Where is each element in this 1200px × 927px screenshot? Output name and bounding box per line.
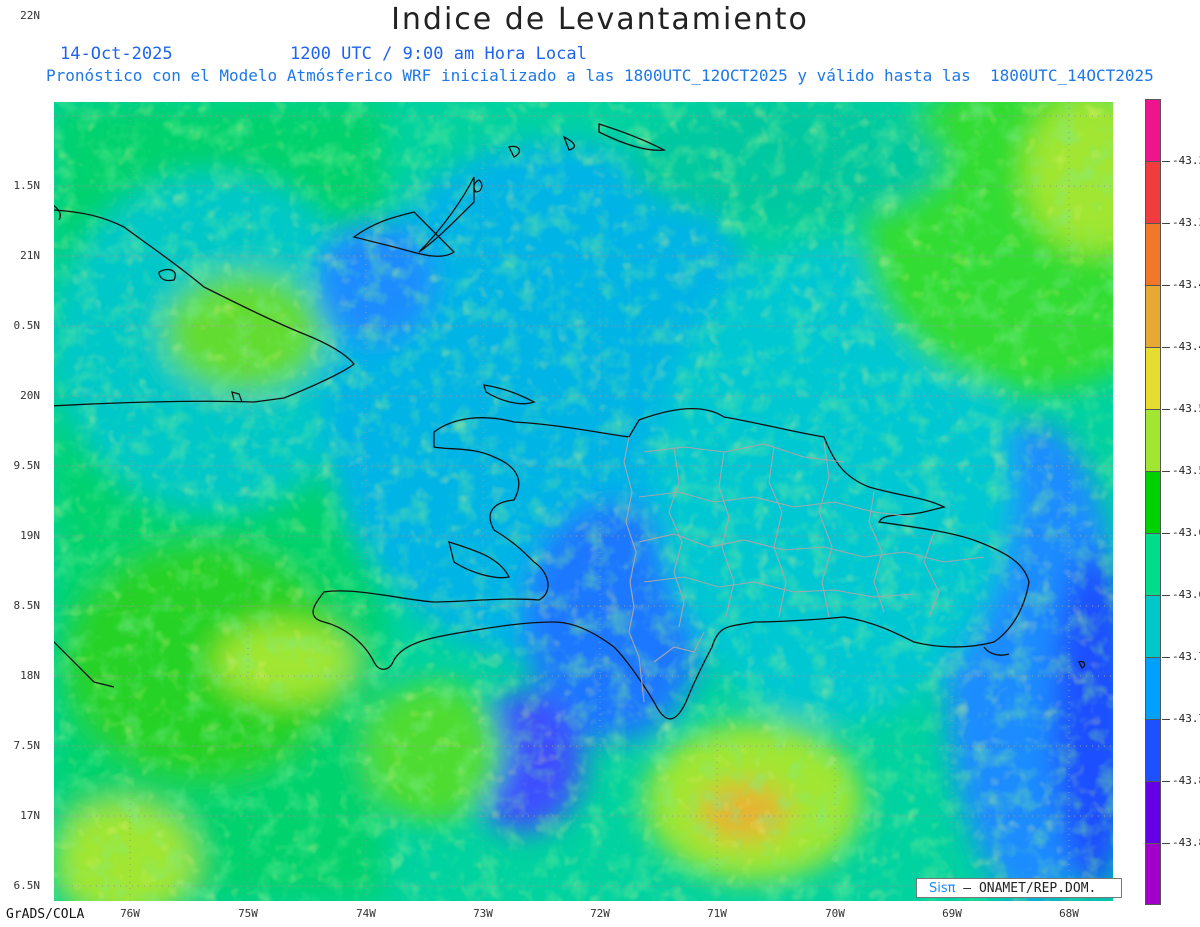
lat-label: 21N [20, 249, 40, 262]
credit-text: – ONAMET/REP.DOM. [963, 881, 1097, 896]
colorbar-segment [1145, 781, 1161, 844]
colorbar-segment [1145, 595, 1161, 658]
colorbar-segment [1145, 719, 1161, 782]
colorbar-segment [1145, 843, 1161, 905]
forecast-time: 1200 UTC / 9:00 am Hora Local [290, 44, 587, 64]
lon-label: 68W [1059, 907, 1079, 920]
colorbar-segment [1145, 161, 1161, 224]
colorbar-segment [1145, 657, 1161, 720]
lat-label: 17N [20, 809, 40, 822]
lifted-index-map [54, 102, 1113, 901]
lat-label: 0.5N [13, 319, 41, 332]
lat-label: 18N [20, 669, 40, 682]
colorbar-label: -43.4 [1172, 340, 1200, 353]
lat-label: 22N [20, 9, 40, 22]
colorbar-segment [1145, 99, 1161, 162]
lat-label: 6.5N [13, 879, 41, 892]
colorbar-label: -43.7 [1172, 650, 1200, 663]
map-title: Indice de Levantamiento [391, 2, 809, 37]
lon-label: 69W [942, 907, 962, 920]
lon-label: 76W [120, 907, 140, 920]
lon-label: 71W [707, 907, 727, 920]
colorbar-segment [1145, 223, 1161, 286]
footer-grads: GrADS/COLA [6, 907, 85, 922]
lon-label: 70W [825, 907, 845, 920]
lat-label: 1.5N [13, 179, 41, 192]
colorbar-label: -43.6 [1172, 588, 1200, 601]
lon-label: 73W [473, 907, 493, 920]
field-texture-2 [54, 102, 1113, 901]
credit-box: Sisπ – ONAMET/REP.DOM. [916, 878, 1122, 898]
colorbar-label: -43.7 [1172, 712, 1200, 725]
lat-label: 19N [20, 529, 40, 542]
lon-label: 72W [590, 907, 610, 920]
sispi-logo: Sisπ [929, 881, 956, 896]
lat-label: 20N [20, 389, 40, 402]
colorbar-label: -43.5 [1172, 402, 1200, 415]
colorbar-label: -43.6 [1172, 526, 1200, 539]
colorbar-segment [1145, 285, 1161, 348]
colorbar-label: -43.3 [1172, 216, 1200, 229]
colorbar-label: -43.3 [1172, 154, 1200, 167]
colorbar-segment [1145, 533, 1161, 596]
forecast-date: 14-Oct-2025 [60, 44, 173, 64]
model-description: Pronóstico con el Modelo Atmósferico WRF… [46, 66, 1154, 85]
lon-label: 74W [356, 907, 376, 920]
colorbar-label: -43.8 [1172, 836, 1200, 849]
lat-label: 8.5N [13, 599, 41, 612]
colorbar-label: -43.4 [1172, 278, 1200, 291]
lat-label: 9.5N [13, 459, 41, 472]
lat-label: 7.5N [13, 739, 41, 752]
lon-label: 75W [238, 907, 258, 920]
colorbar-label: -43.5 [1172, 464, 1200, 477]
colorbar-label: -43.8 [1172, 774, 1200, 787]
colorbar-segment [1145, 409, 1161, 472]
colorbar-segment [1145, 471, 1161, 534]
colorbar-segment [1145, 347, 1161, 410]
